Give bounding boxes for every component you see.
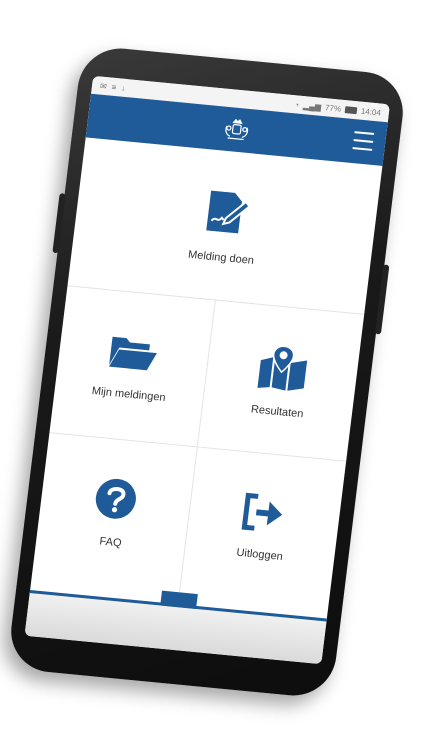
- sign-out-icon: [241, 492, 282, 531]
- question-circle-icon: [95, 478, 136, 519]
- status-left: ✉ ≡ ↓: [100, 81, 126, 92]
- wifi-icon: ◔: [293, 99, 300, 110]
- bottom-tab-handle[interactable]: [160, 590, 198, 609]
- phone-device: ✉ ≡ ↓ ◔ ▂▄▆ 77% 14:04 Melding doen Mijn …: [6, 44, 408, 700]
- battery-percent: 77%: [324, 102, 342, 114]
- folder-open-icon: [108, 336, 157, 370]
- stage: ✉ ≡ ↓ ◔ ▂▄▆ 77% 14:04 Melding doen Mijn …: [0, 0, 422, 749]
- battery-icon: [344, 105, 358, 114]
- download-icon: ↓: [120, 83, 126, 93]
- hamburger-menu-icon[interactable]: [352, 131, 375, 151]
- edit-document-icon: [206, 190, 251, 233]
- tile-mijn-meldingen[interactable]: Mijn meldingen: [49, 286, 216, 448]
- royal-crest-icon: [225, 118, 249, 141]
- clock: 14:04: [360, 106, 382, 118]
- message-icon: ✉: [99, 81, 108, 91]
- map-location-icon: [257, 345, 307, 391]
- tile-faq[interactable]: FAQ: [31, 433, 198, 593]
- tile-label: FAQ: [98, 535, 123, 550]
- tile-resultaten[interactable]: Resultaten: [197, 300, 365, 462]
- menu-grid: Melding doen Mijn meldingen Resultaten F…: [30, 137, 383, 618]
- tile-uitloggen[interactable]: Uitloggen: [180, 447, 346, 606]
- signal-icon: ▂▄▆: [302, 100, 322, 112]
- tile-label: Uitloggen: [235, 546, 284, 564]
- tile-label: Resultaten: [250, 402, 305, 420]
- list-icon: ≡: [111, 82, 117, 92]
- tile-label: Melding doen: [187, 248, 255, 267]
- tile-melding-doen[interactable]: Melding doen: [67, 137, 383, 315]
- tile-label: Mijn meldingen: [91, 384, 167, 404]
